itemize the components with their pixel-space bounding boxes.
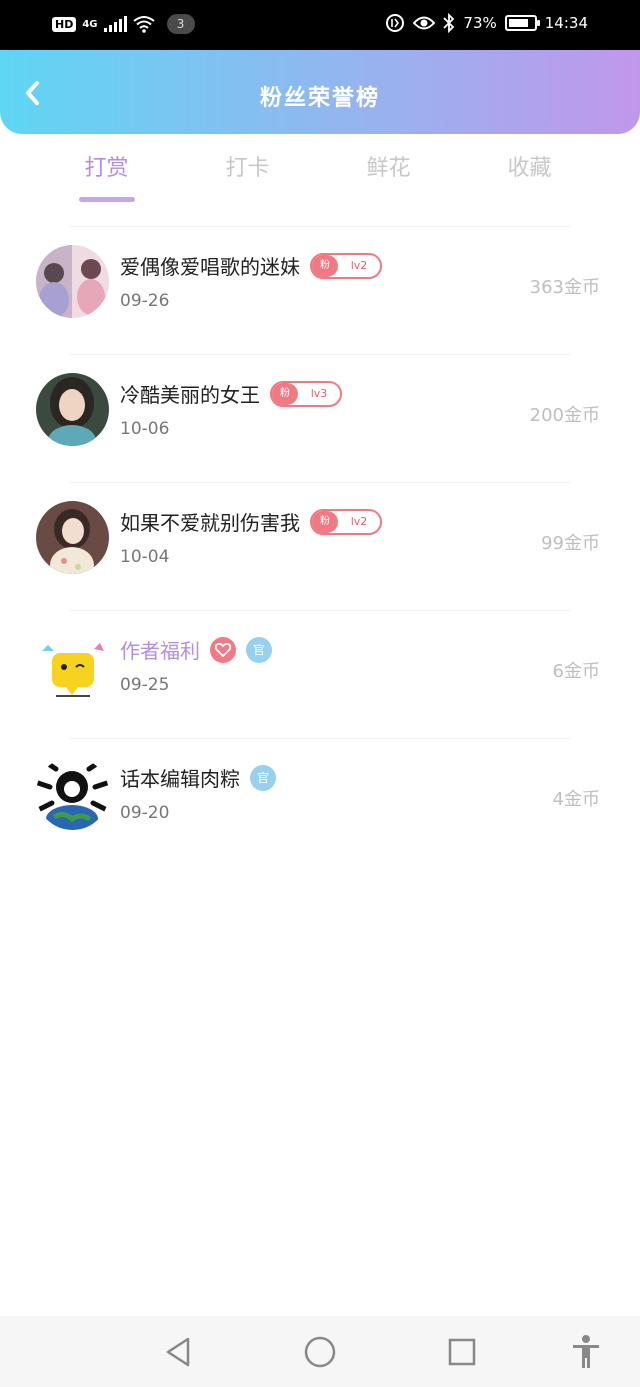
ranking-list: 爱偶像爱唱歌的迷妹 粉 lv2 09-26 363金币 冷酷美丽的女王 粉 lv… (0, 226, 640, 866)
nav-recents-button[interactable] (444, 1334, 480, 1370)
wifi-icon (132, 16, 155, 33)
fan-level-badge: 粉 lv3 (270, 380, 342, 407)
fan-level-badge: 粉 lv2 (310, 508, 382, 535)
name-line: 如果不爱就别伤害我 粉 lv2 (120, 507, 382, 536)
status-right: 73% 14:34 (385, 13, 588, 33)
bluetooth-icon (443, 13, 455, 33)
heart-icon (215, 642, 231, 657)
user-name: 话本编辑肉粽 (120, 767, 240, 791)
clock: 14:34 (544, 14, 588, 32)
home-circle-icon (304, 1336, 336, 1368)
tab-flowers[interactable]: 鲜花 (318, 150, 459, 210)
reward-amount: 363金币 (529, 277, 600, 298)
official-badge: 官 (250, 764, 276, 791)
notification-count: 3 (166, 14, 195, 34)
official-badge: 官 (246, 636, 272, 663)
hd-indicator: HD (52, 16, 77, 32)
network-type: 4G (82, 18, 98, 30)
avatar[interactable] (36, 245, 109, 318)
tab-checkin[interactable]: 打卡 (177, 150, 318, 210)
list-item[interactable]: 话本编辑肉粽 官 09-20 4金币 (0, 739, 640, 866)
list-item[interactable]: 冷酷美丽的女王 粉 lv3 10-06 200金币 (0, 355, 640, 482)
tab-label: 打卡 (225, 156, 270, 181)
user-name: 如果不爱就别伤害我 (120, 511, 300, 535)
tab-favorites[interactable]: 收藏 (459, 150, 600, 210)
fan-label: 粉 (312, 510, 338, 533)
avatar[interactable] (36, 629, 109, 702)
status-left: HD 4G 3 (52, 14, 195, 34)
avatar[interactable] (36, 373, 109, 446)
name-line: 冷酷美丽的女王 粉 lv3 (120, 379, 342, 408)
heart-badge (210, 636, 236, 663)
system-nav-bar (0, 1316, 640, 1387)
recents-square-icon (448, 1338, 476, 1366)
name-line: 爱偶像爱唱歌的迷妹 粉 lv2 (120, 251, 382, 280)
fan-level: lv3 (310, 387, 328, 400)
user-name: 爱偶像爱唱歌的迷妹 (120, 255, 300, 279)
list-item[interactable]: 如果不爱就别伤害我 粉 lv2 10-04 99金币 (0, 483, 640, 610)
tab-label: 鲜花 (366, 156, 411, 181)
tab-reward[interactable]: 打赏 (36, 150, 177, 210)
name-line: 作者福利 官 (120, 635, 272, 664)
list-item[interactable]: 作者福利 官 09-25 6金币 (0, 611, 640, 738)
nav-home-button[interactable] (302, 1334, 338, 1370)
fan-label: 粉 (272, 382, 298, 405)
reward-amount: 6金币 (552, 661, 600, 682)
reward-date: 09-20 (120, 803, 170, 823)
reward-date: 09-25 (120, 675, 170, 695)
signal-icon (103, 16, 127, 32)
status-bar: HD 4G 3 73% 14:34 (0, 0, 640, 50)
fan-level: lv2 (350, 259, 368, 272)
data-saver-icon (386, 14, 405, 32)
battery-percent: 73% (463, 14, 497, 32)
fan-level-badge: 粉 lv2 (310, 252, 382, 279)
fan-level: lv2 (350, 515, 368, 528)
accessibility-button[interactable] (568, 1334, 604, 1370)
reward-date: 09-26 (120, 291, 170, 311)
tab-bar: 打赏 打卡 鲜花 收藏 (0, 150, 640, 210)
tab-label: 打赏 (84, 156, 129, 181)
reward-date: 10-06 (120, 419, 170, 439)
name-line: 话本编辑肉粽 官 (120, 763, 276, 792)
reward-amount: 99金币 (541, 533, 600, 554)
eye-comfort-icon (413, 16, 436, 30)
reward-date: 10-04 (120, 547, 170, 567)
nav-back-button[interactable] (160, 1334, 196, 1370)
avatar[interactable] (36, 757, 109, 830)
user-name: 作者福利 (120, 639, 200, 663)
accessibility-icon (573, 1335, 599, 1368)
app-header: 粉丝荣誉榜 (0, 50, 640, 134)
tab-label: 收藏 (507, 156, 552, 181)
page-title: 粉丝荣誉榜 (259, 86, 380, 111)
fan-label: 粉 (312, 254, 338, 277)
reward-amount: 200金币 (529, 405, 600, 426)
user-name: 冷酷美丽的女王 (120, 383, 260, 407)
back-triangle-icon (166, 1337, 190, 1367)
list-item[interactable]: 爱偶像爱唱歌的迷妹 粉 lv2 09-26 363金币 (0, 227, 640, 354)
battery-icon (504, 15, 540, 31)
tab-active-indicator (78, 197, 135, 202)
avatar[interactable] (36, 501, 109, 574)
reward-amount: 4金币 (552, 789, 600, 810)
